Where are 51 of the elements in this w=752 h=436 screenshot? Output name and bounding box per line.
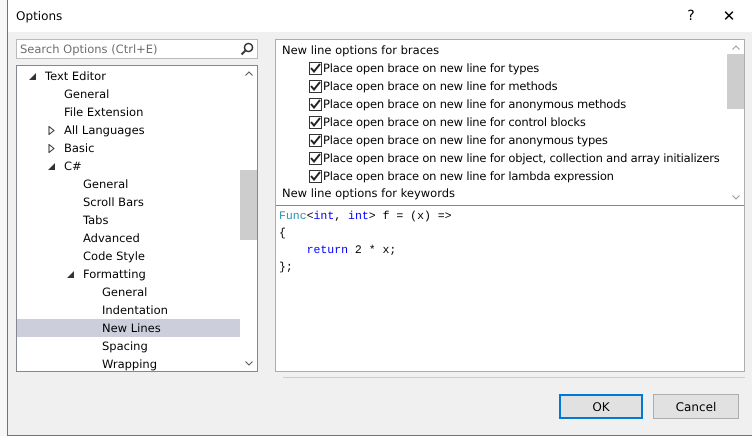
tree-item[interactable]: New Lines xyxy=(17,319,240,337)
expanded-triangle-icon[interactable] xyxy=(67,270,74,278)
tree-item[interactable]: Tabs xyxy=(17,211,240,229)
search-field[interactable]: Search Options (Ctrl+E) xyxy=(16,39,258,59)
expanded-triangle-icon[interactable] xyxy=(48,162,55,170)
tree-item[interactable]: C# xyxy=(17,157,240,175)
checkbox[interactable] xyxy=(309,62,322,74)
tree-item[interactable]: Indentation xyxy=(17,301,240,319)
checkbox-label[interactable]: Place open brace on new line for lambda expression xyxy=(323,169,614,183)
scrollbar-thumb[interactable] xyxy=(727,54,744,109)
tree-item[interactable]: Spacing xyxy=(17,337,240,355)
tree-item[interactable]: Wrapping xyxy=(17,355,240,371)
checkbox[interactable] xyxy=(309,116,322,128)
checkbox[interactable] xyxy=(309,152,322,164)
tree-item[interactable]: Formatting xyxy=(17,265,240,283)
section-heading: New line options for keywords xyxy=(282,185,456,202)
section-heading: New line options for braces xyxy=(282,42,440,59)
checkbox-label[interactable]: Place open brace on new line for anonymous methods xyxy=(323,97,626,111)
checkbox[interactable] xyxy=(309,134,322,146)
tree-item[interactable]: Advanced xyxy=(17,229,240,247)
scroll-up-icon[interactable] xyxy=(244,71,252,76)
checkbox[interactable] xyxy=(309,98,322,110)
tree-item[interactable]: Basic xyxy=(17,139,240,157)
tree-item[interactable]: All Languages xyxy=(17,121,240,139)
tree-item[interactable]: General xyxy=(17,175,240,193)
cancel-button[interactable]: Cancel xyxy=(653,394,739,419)
checkbox-label[interactable]: Place open brace on new line for object, collection and array initializers xyxy=(323,151,720,165)
window-title: Options xyxy=(16,9,64,23)
scrollbar-thumb[interactable] xyxy=(240,170,257,240)
code-line: Func<int, int> f = (x) => xyxy=(279,210,453,225)
checkbox[interactable] xyxy=(309,170,322,182)
close-button[interactable]: ✕ xyxy=(710,0,748,32)
ok-button[interactable]: OK xyxy=(559,394,643,419)
tree-item[interactable]: Text Editor xyxy=(17,67,240,85)
tree-item[interactable]: File Extension xyxy=(17,103,240,121)
tree-item[interactable]: General xyxy=(17,85,240,103)
checkbox[interactable] xyxy=(309,80,322,92)
code-line: return 2 * x; xyxy=(306,244,398,259)
code-line: }; xyxy=(279,261,294,276)
expanded-triangle-icon[interactable] xyxy=(29,72,36,80)
checkbox-label[interactable]: Place open brace on new line for methods xyxy=(323,79,558,93)
tree-item[interactable]: Code Style xyxy=(17,247,240,265)
tree-item[interactable]: Scroll Bars xyxy=(17,193,240,211)
checkbox-label[interactable]: Place open brace on new line for anonymous types xyxy=(323,133,608,147)
code-line: { xyxy=(279,227,287,242)
help-button[interactable]: ? xyxy=(672,0,710,32)
checkbox-label[interactable]: Place open brace on new line for control blocks xyxy=(323,115,586,129)
search-icon xyxy=(240,42,254,56)
checkbox-label[interactable]: Place open brace on new line for types xyxy=(323,61,540,75)
tree-item[interactable]: General xyxy=(17,283,240,301)
scroll-down-icon[interactable] xyxy=(244,361,252,366)
